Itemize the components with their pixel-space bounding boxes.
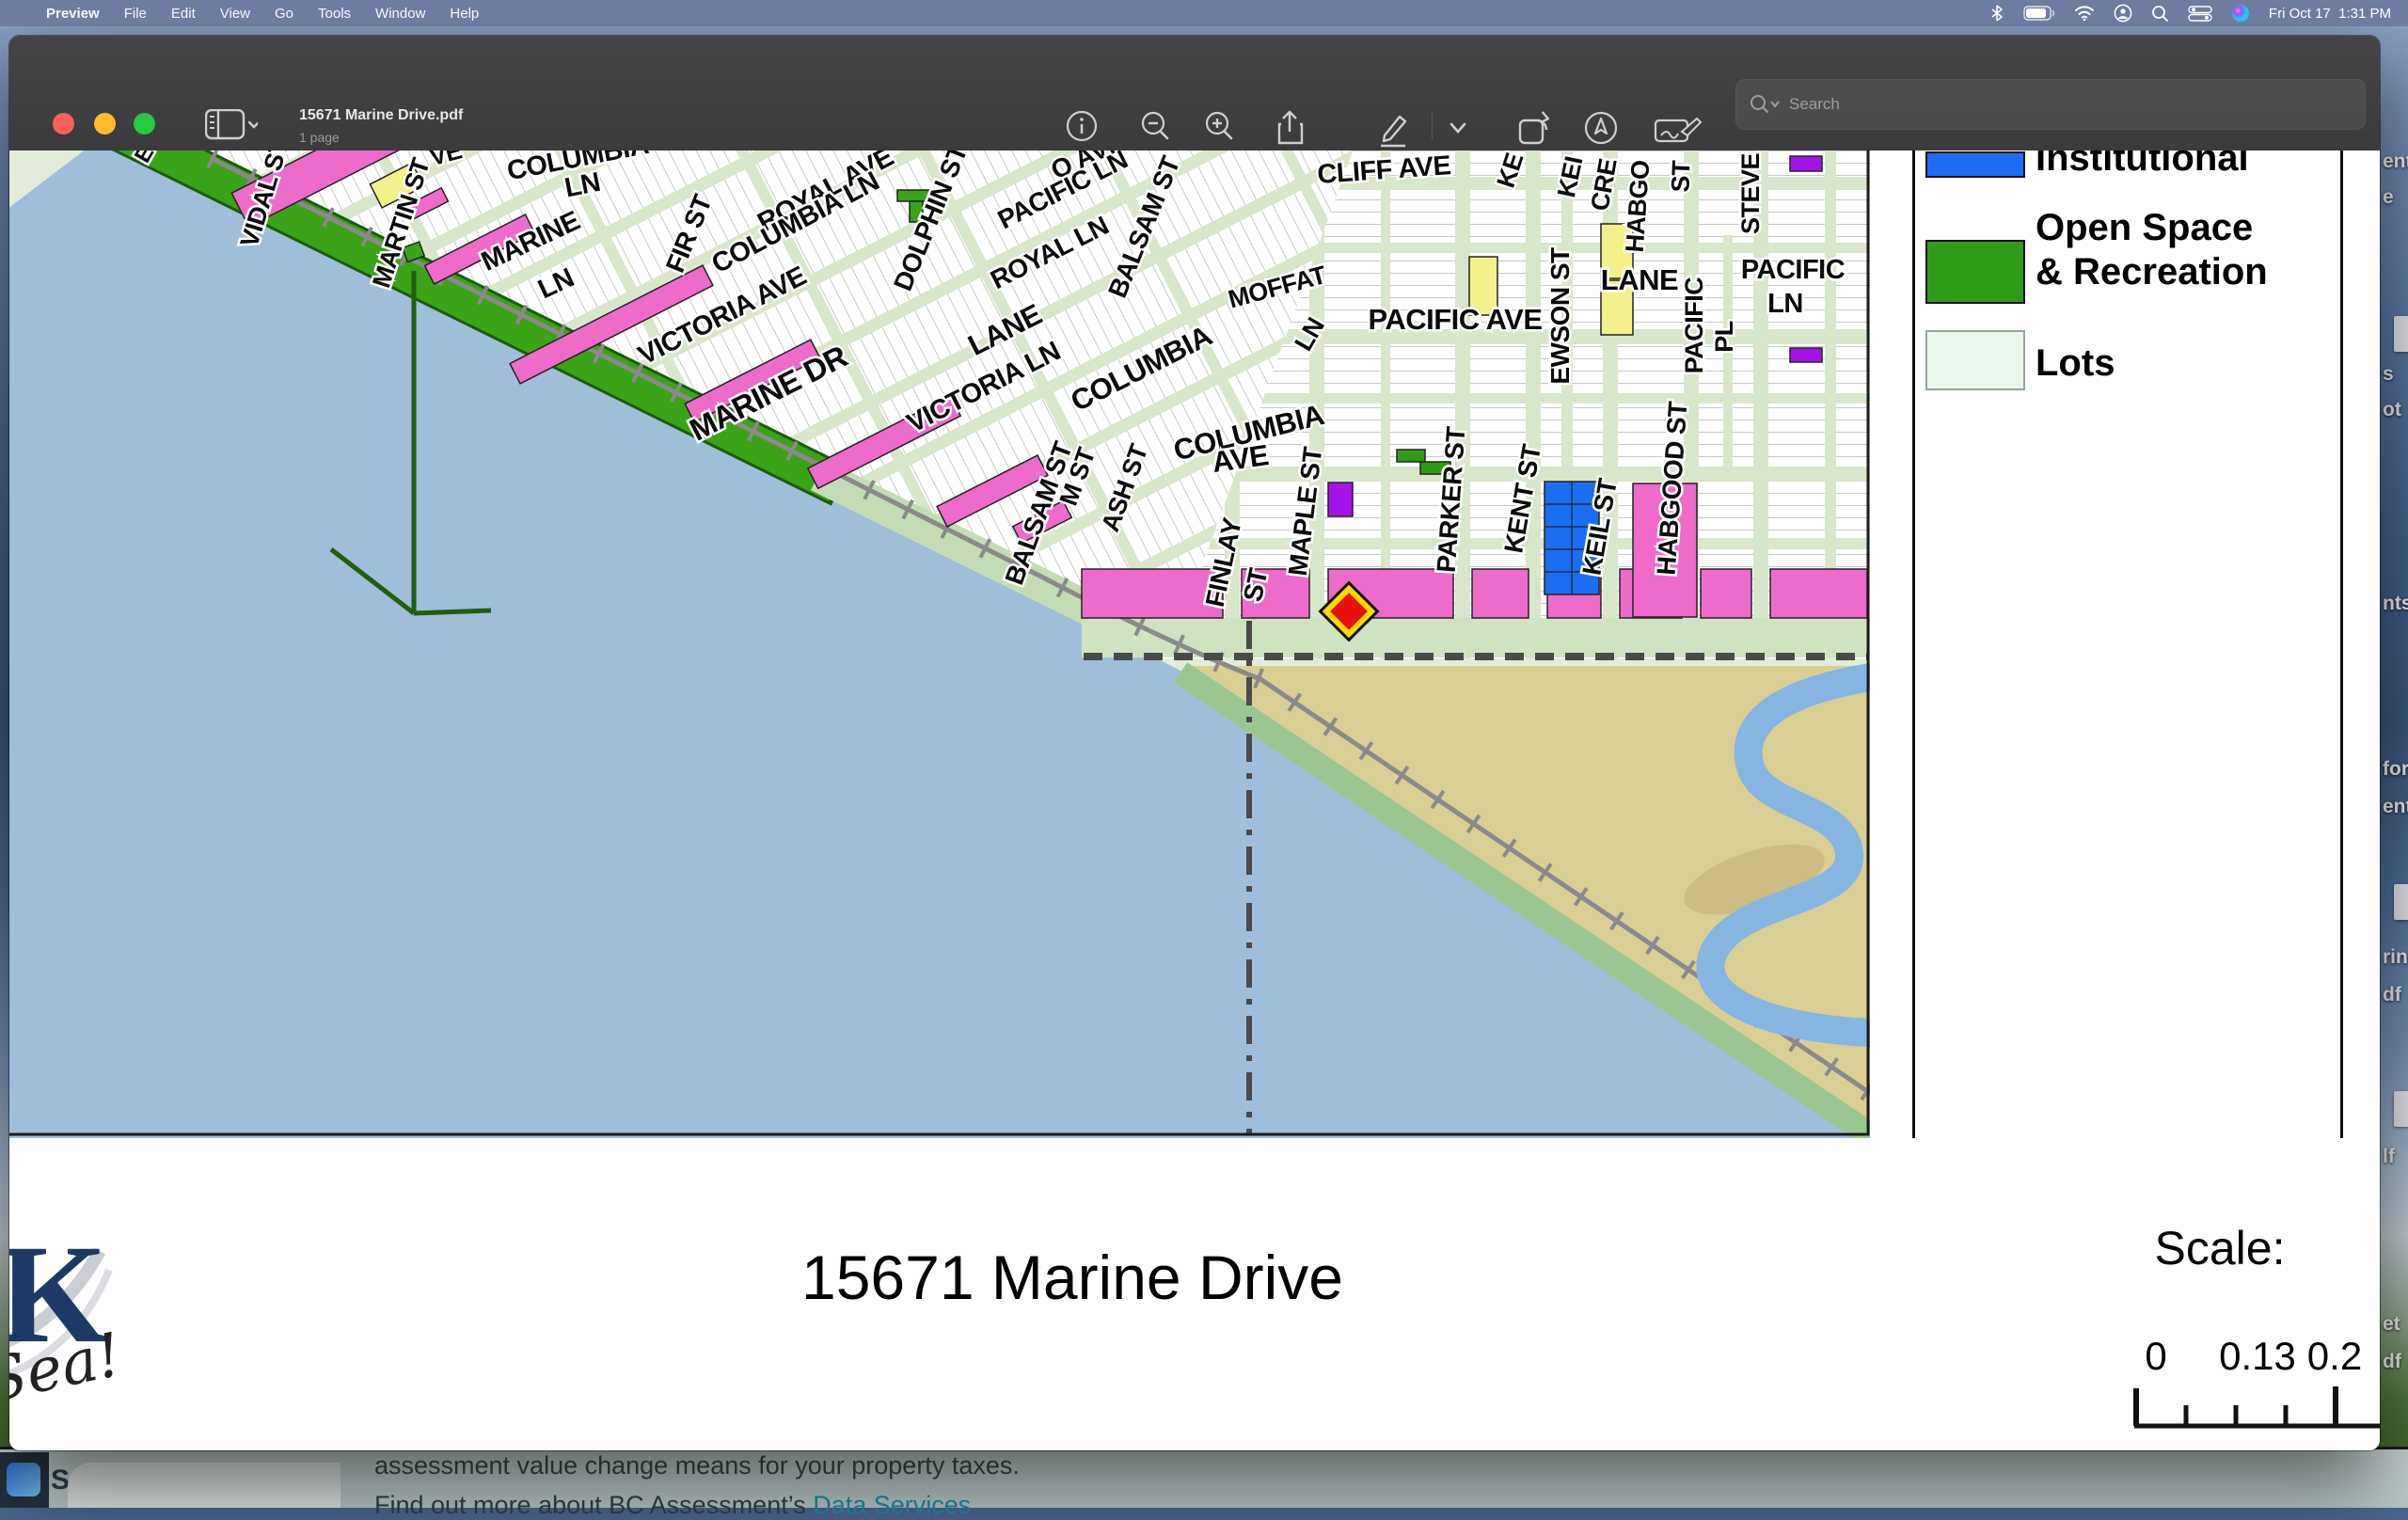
desktop-file-icon[interactable] — [2394, 1091, 2408, 1127]
fill-sign-button[interactable] — [1654, 117, 1703, 150]
control-center-icon[interactable] — [2188, 6, 2212, 22]
desktop-icon-label-fragment[interactable]: s — [2383, 363, 2394, 386]
menu-item-window[interactable]: Window — [363, 6, 437, 22]
street-label: STEVE — [1736, 153, 1765, 234]
background-text-line2: Find out more about BC Assessment’s Data… — [374, 1491, 971, 1520]
pdf-content-area: EVIDAL STMARTIN STVECOLUMBIALNMARINELNVI… — [9, 150, 2380, 1450]
minimize-button[interactable] — [94, 113, 116, 135]
background-text-line1: assessment value change means for your p… — [374, 1451, 1020, 1480]
menu-left: PreviewFileEditViewGoToolsWindowHelp — [0, 6, 491, 22]
legend-label-institutional: Institutional — [2036, 150, 2249, 181]
zoom-out-button[interactable] — [1138, 109, 1172, 148]
legend-swatch-open-space — [1925, 240, 2025, 304]
legend-label-lots: Lots — [2036, 341, 2115, 386]
background-browser-window[interactable]: S assessment value change means for your… — [0, 1447, 2408, 1508]
background-app-icon[interactable] — [7, 1463, 40, 1496]
zoom-in-button[interactable] — [1202, 109, 1236, 148]
menu-item-preview[interactable]: Preview — [34, 6, 112, 22]
menu-item-edit[interactable]: Edit — [159, 6, 208, 22]
desktop-icon-label-fragment[interactable]: nts — [2383, 593, 2408, 615]
search-icon — [1750, 94, 1782, 115]
desktop-icon-label-fragment[interactable]: ents — [2383, 796, 2408, 818]
scale-mark-2: 0.2 — [2307, 1334, 2362, 1379]
desktop-icon-label-fragment[interactable]: for — [2383, 758, 2408, 781]
menu-item-tools[interactable]: Tools — [306, 6, 363, 22]
menu-status-area: Fri Oct 17 1:31 PM — [1989, 4, 2408, 23]
spotlight-search-icon[interactable] — [2151, 5, 2169, 23]
background-partial-text: S — [51, 1465, 70, 1496]
document-page-count: 1 page — [299, 130, 463, 145]
legend-label-open-space-line1: Open Space — [2036, 206, 2268, 250]
preview-window: 15671 Marine Drive.pdf 1 page — [9, 36, 2380, 1450]
siri-icon[interactable] — [2231, 4, 2250, 23]
desktop-icon-label-fragment[interactable]: df — [2383, 1351, 2401, 1373]
desktop-icon-label-fragment[interactable]: ot — [2383, 399, 2401, 421]
background-text-line2-prefix: Find out more about BC Assessment’s — [374, 1491, 813, 1519]
legend-swatch-lots — [1925, 330, 2025, 390]
menu-clock[interactable]: Fri Oct 17 1:31 PM — [2269, 6, 2391, 22]
street-label: LN — [1767, 289, 1803, 319]
markup-chevron-button[interactable] — [1445, 120, 1471, 142]
menu-bar: PreviewFileEditViewGoToolsWindowHelp — [0, 0, 2408, 26]
city-logo: K Sea! — [9, 1213, 184, 1439]
desktop-icon-label-fragment[interactable]: df — [2383, 984, 2401, 1006]
desktop-icon-label-fragment[interactable]: e — [2383, 186, 2394, 209]
menu-item-go[interactable]: Go — [262, 6, 306, 22]
scale-label: Scale: — [2116, 1221, 2323, 1275]
street-label: PACIFIC — [1680, 277, 1708, 374]
background-card — [68, 1463, 341, 1508]
battery-icon[interactable] — [2023, 6, 2055, 21]
search-placeholder: Search — [1789, 95, 1840, 114]
share-button[interactable] — [1274, 109, 1307, 151]
pdf-page-title: 15671 Marine Drive — [724, 1242, 1420, 1313]
markup-pencil-button[interactable] — [1371, 109, 1411, 153]
legend-label-open-space: Open Space & Recreation — [2036, 206, 2268, 294]
street-label: PL — [1710, 321, 1738, 353]
street-label: LANE — [1601, 263, 1678, 296]
user-account-icon[interactable] — [2114, 4, 2132, 23]
wifi-icon[interactable] — [2074, 6, 2095, 21]
highlight-pen-button[interactable] — [1582, 109, 1620, 151]
menu-item-file[interactable]: File — [112, 6, 159, 22]
document-title: 15671 Marine Drive.pdf — [299, 107, 463, 124]
legend-panel: Institutional Open Space & Recreation Lo… — [1912, 150, 2343, 1144]
info-button[interactable] — [1065, 109, 1099, 148]
document-title-block: 15671 Marine Drive.pdf 1 page — [299, 107, 463, 145]
close-button[interactable] — [53, 113, 74, 135]
zoom-window-button[interactable] — [134, 113, 155, 135]
desktop-icon-label-fragment[interactable]: rine — [2383, 946, 2408, 969]
legend-swatch-institutional — [1925, 151, 2025, 178]
scale-mark-1: 0.13 — [2219, 1334, 2296, 1379]
data-services-link[interactable]: Data Services — [813, 1491, 971, 1519]
search-input[interactable]: Search — [1735, 79, 2366, 130]
pdf-bottom-band: K Sea! 15671 Marine Drive Scale: 0 0.13 … — [9, 1138, 2380, 1450]
street-label: PACIFIC — [1741, 255, 1846, 285]
zoning-map: EVIDAL STMARTIN STVECOLUMBIALNMARINELNVI… — [9, 150, 1870, 1138]
desktop-icon-label-fragment[interactable]: et — [2383, 1313, 2400, 1336]
street-label: EWSON ST — [1545, 247, 1575, 385]
rotate-button[interactable] — [1514, 109, 1556, 151]
menu-item-view[interactable]: View — [208, 6, 262, 22]
scale-bar — [2131, 1381, 2380, 1430]
street-label: PACIFIC AVE — [1368, 303, 1542, 336]
desktop-file-icon[interactable] — [2394, 884, 2408, 920]
bluetooth-icon[interactable] — [1989, 5, 2004, 22]
desktop-file-icon[interactable] — [2394, 316, 2408, 352]
sidebar-toggle-button[interactable] — [205, 109, 258, 146]
toolbar-divider — [1432, 111, 1433, 139]
desktop-icon-label-fragment[interactable]: lf — [2383, 1146, 2395, 1168]
street-label: ST — [1666, 159, 1695, 193]
desktop-icon-label-fragment[interactable]: ent — [2383, 150, 2408, 173]
legend-label-open-space-line2: & Recreation — [2036, 250, 2268, 294]
scale-mark-0: 0 — [2145, 1334, 2166, 1379]
window-toolbar: 15671 Marine Drive.pdf 1 page — [9, 36, 2380, 151]
menu-item-help[interactable]: Help — [437, 6, 491, 22]
